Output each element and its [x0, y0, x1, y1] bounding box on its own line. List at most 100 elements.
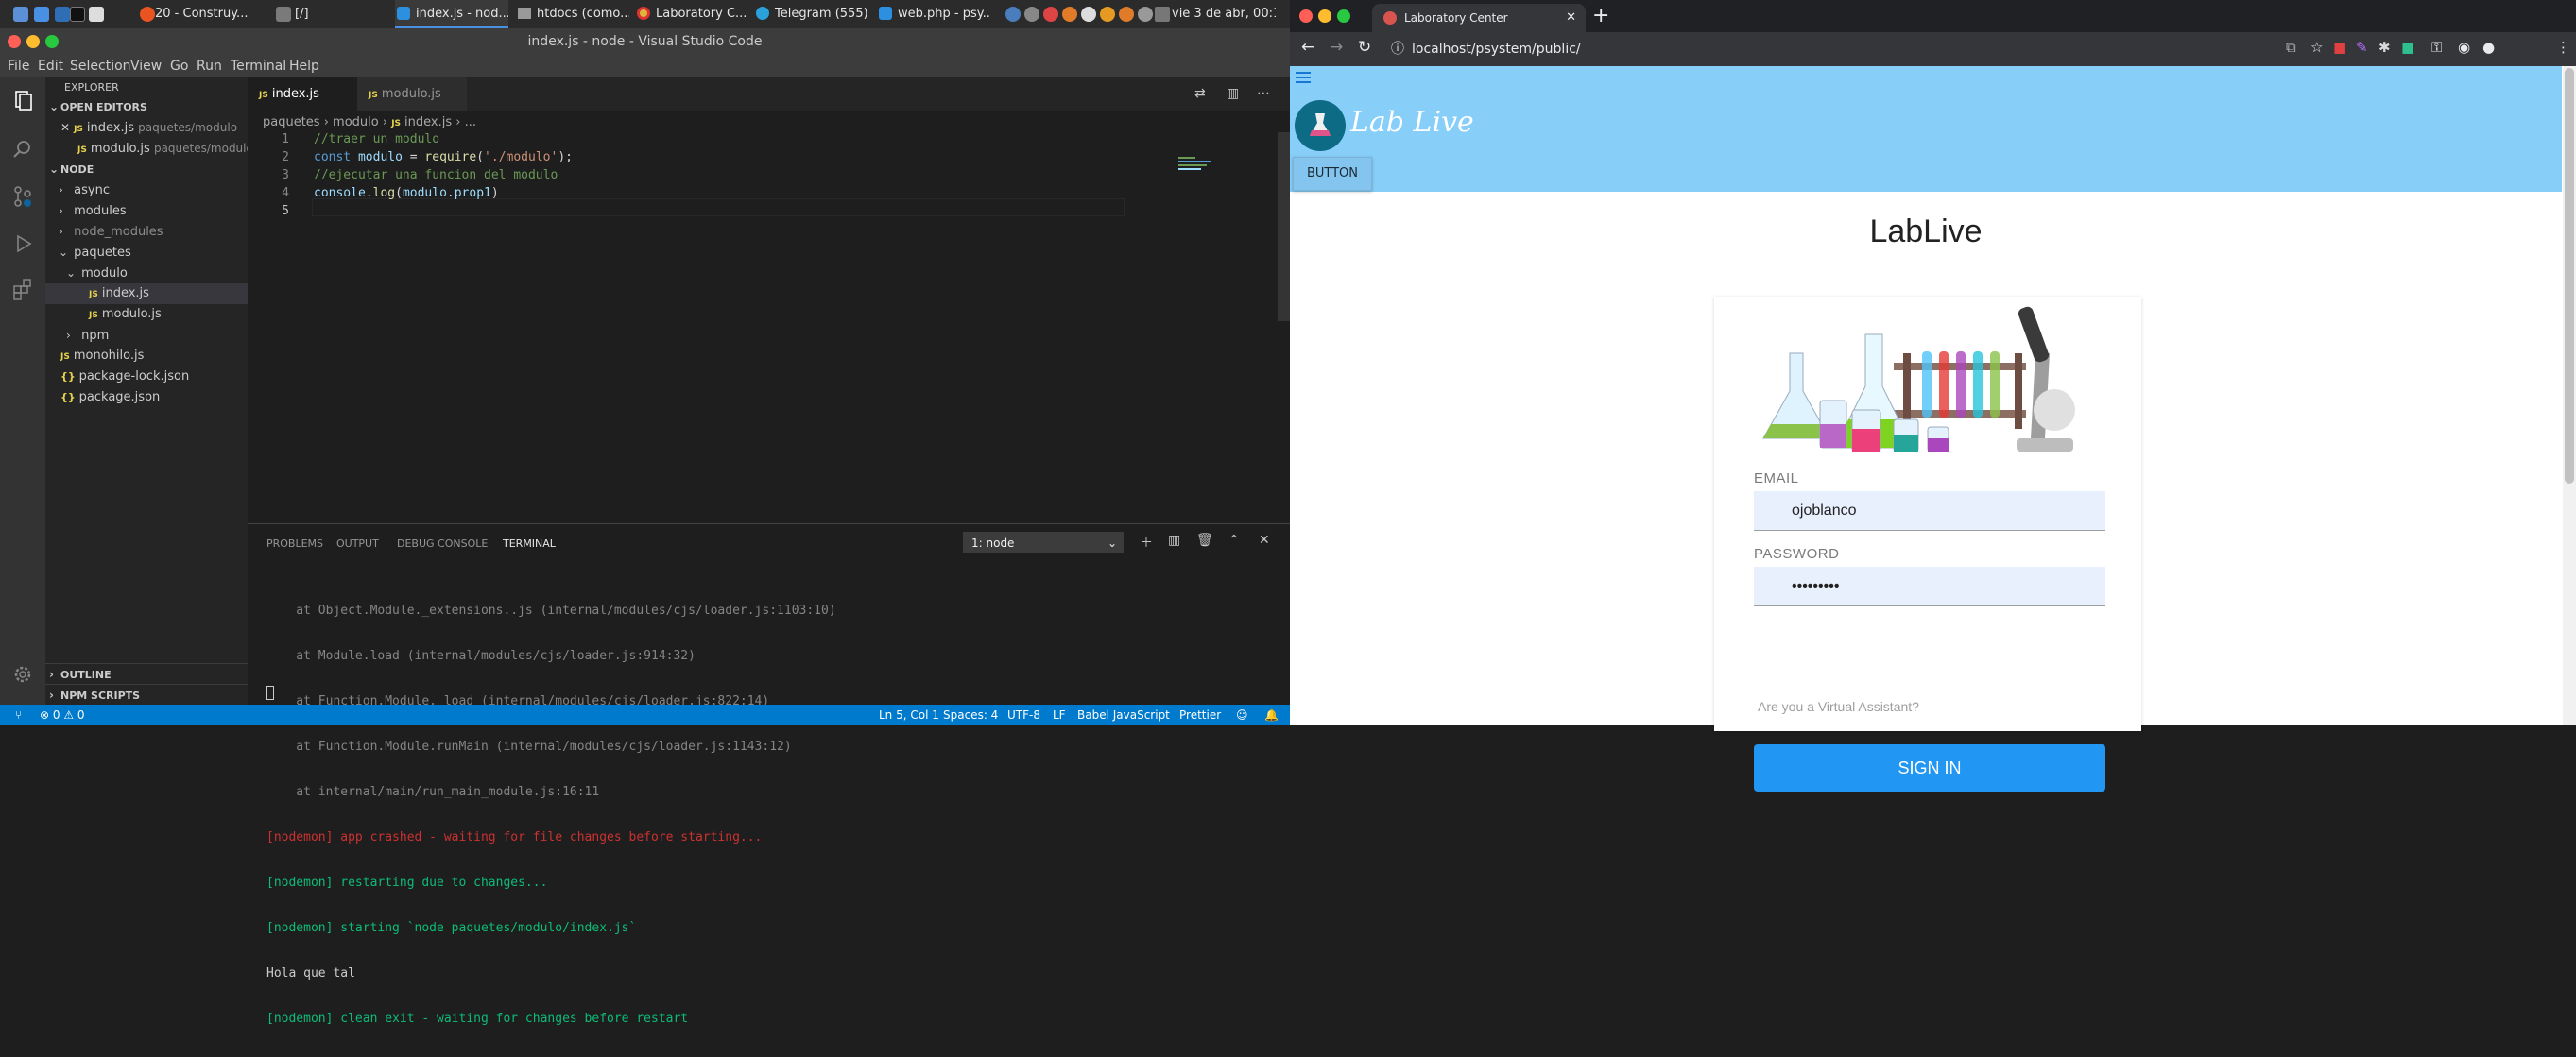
address-bar[interactable]: ⓘ localhost/psystem/public/	[1391, 37, 2430, 61]
tab-debug-console[interactable]: DEBUG CONSOLE	[397, 537, 488, 550]
breadcrumb-item[interactable]: modulo	[333, 115, 379, 129]
extension-icon[interactable]: ■	[2333, 39, 2346, 56]
sign-in-button[interactable]: SIGN IN	[1754, 744, 2105, 792]
clock[interactable]: vie 3 de abr, 00:13	[1172, 0, 1276, 28]
star-icon[interactable]: ☆	[2310, 39, 2323, 56]
open-editor-item[interactable]: JS modulo.js paquetes/modulo	[45, 138, 248, 159]
files-icon[interactable]	[9, 87, 36, 113]
volume-icon[interactable]	[1138, 7, 1153, 22]
taskbar-item[interactable]: Telegram (555)	[754, 0, 872, 28]
info-icon[interactable]: ⓘ	[1391, 42, 1404, 57]
close-icon[interactable]: ✕	[60, 121, 70, 134]
close-window-button[interactable]	[1299, 9, 1313, 23]
extension-icon[interactable]: ✎	[2356, 39, 2368, 56]
shield-icon[interactable]	[1005, 7, 1021, 22]
folder-section[interactable]: ⌄ NODE	[45, 159, 248, 179]
tab-modulo-js[interactable]: JS modulo.js	[357, 77, 467, 111]
menu-icon[interactable]: ⋮	[2556, 39, 2570, 56]
hamburger-menu-icon[interactable]	[1296, 72, 1311, 83]
code-line[interactable]: //ejecutar una funcion del modulo	[314, 168, 558, 182]
avatar[interactable]: ●	[2482, 39, 2495, 56]
browser-tab[interactable]: Laboratory Center ✕	[1372, 4, 1586, 32]
tree-item-index-js[interactable]: JS index.js	[45, 283, 248, 304]
header-button[interactable]: BUTTON	[1293, 157, 1372, 191]
tree-item-monohilo-js[interactable]: JS monohilo.js	[45, 346, 248, 367]
cursor-position[interactable]: Ln 5, Col 1	[879, 705, 939, 725]
npm-scripts-section[interactable]: › NPM SCRIPTS	[45, 684, 248, 705]
taskbar-item[interactable]: htdocs (como...	[516, 0, 629, 28]
menu-view[interactable]: View	[130, 55, 162, 77]
forward-icon[interactable]: →	[1330, 38, 1343, 57]
tree-item-modules[interactable]: › modules	[45, 200, 248, 221]
close-icon[interactable]: ✕	[1259, 533, 1270, 548]
chevron-up-icon[interactable]: ⌃	[1228, 533, 1240, 548]
tab-index-js[interactable]: JS index.js	[248, 77, 357, 111]
menu-selection[interactable]: Selection	[70, 55, 131, 77]
back-icon[interactable]: ←	[1301, 38, 1314, 57]
app-icon[interactable]	[55, 7, 70, 22]
virtual-assistant-link[interactable]: Are you a Virtual Assistant?	[1758, 699, 1919, 714]
code-line[interactable]: const modulo = require('./modulo');	[314, 150, 573, 164]
minimap[interactable]	[1178, 155, 1235, 174]
folder-icon[interactable]	[34, 7, 49, 22]
tree-item-package-json[interactable]: {} package.json	[45, 387, 248, 408]
feedback-icon[interactable]: ☺	[1236, 705, 1248, 725]
terminal-icon[interactable]	[70, 7, 85, 22]
open-editors-section[interactable]: ⌄ OPEN EDITORS	[45, 96, 248, 117]
line-ending[interactable]: LF	[1053, 705, 1066, 725]
maximize-window-button[interactable]	[1337, 9, 1350, 23]
gear-icon[interactable]	[9, 661, 36, 688]
source-control-icon[interactable]	[9, 183, 36, 210]
password-field[interactable]	[1754, 567, 2105, 606]
tree-item-paquetes[interactable]: ⌄ paquetes	[45, 242, 248, 263]
more-actions-icon[interactable]: ⋯	[1257, 86, 1270, 101]
menu-go[interactable]: Go	[170, 55, 188, 77]
taskbar-item[interactable]: web.php - psy...	[877, 0, 990, 28]
extension-icon[interactable]: ✱	[2379, 39, 2391, 56]
taskbar-item-vscode[interactable]: index.js - nod...	[395, 0, 508, 28]
search-icon[interactable]	[9, 136, 36, 162]
mail-icon[interactable]	[1155, 7, 1170, 22]
taskbar-item[interactable]: 20 - Construy...	[155, 0, 268, 28]
minimize-window-button[interactable]	[1318, 9, 1331, 23]
scrollbar-thumb[interactable]	[2565, 68, 2574, 484]
app-tray-icon[interactable]	[1062, 7, 1077, 22]
info-icon[interactable]	[1081, 7, 1096, 22]
open-editor-item[interactable]: ✕ JS index.js paquetes/modulo	[45, 117, 248, 138]
tree-item-modulo-js[interactable]: JS modulo.js	[45, 304, 248, 325]
tree-item-npm[interactable]: › npm	[45, 325, 248, 346]
menu-run[interactable]: Run	[197, 55, 222, 77]
extension-icon[interactable]: ◉	[2458, 39, 2470, 56]
code-line[interactable]: //traer un modulo	[314, 132, 439, 146]
taskbar-item[interactable]: [/]	[295, 0, 333, 28]
tab-output[interactable]: OUTPUT	[336, 537, 379, 550]
tab-problems[interactable]: PROBLEMS	[266, 537, 323, 550]
menu-help[interactable]: Help	[289, 55, 319, 77]
tree-item-modulo[interactable]: ⌄ modulo	[45, 263, 248, 283]
menu-terminal[interactable]: Terminal	[231, 55, 286, 77]
encoding[interactable]: UTF-8	[1007, 705, 1040, 725]
translate-icon[interactable]: ⧉	[2286, 39, 2296, 56]
extensions-icon[interactable]	[9, 276, 36, 302]
extension-icon[interactable]: ■	[2401, 39, 2414, 56]
breadcrumb-item[interactable]: ...	[465, 115, 476, 129]
prettier-status[interactable]: Prettier	[1179, 705, 1221, 725]
menu-file[interactable]: File	[8, 55, 29, 77]
run-debug-icon[interactable]	[9, 230, 36, 257]
indentation[interactable]: Spaces: 4	[943, 705, 998, 725]
new-tab-button[interactable]: +	[1592, 4, 1609, 28]
compare-icon[interactable]: ⇄	[1194, 86, 1206, 101]
app-tray-icon[interactable]	[1043, 7, 1058, 22]
brand-name[interactable]: Lab Live	[1350, 106, 1474, 139]
tree-item-package-lock-json[interactable]: {} package-lock.json	[45, 367, 248, 387]
add-terminal-icon[interactable]: ＋	[1140, 533, 1153, 552]
outline-section[interactable]: › OUTLINE	[45, 663, 248, 684]
app-tray-icon[interactable]	[1119, 7, 1134, 22]
split-terminal-icon[interactable]: ▥	[1168, 533, 1180, 548]
trash-icon[interactable]: 🗑	[1196, 533, 1213, 548]
page-scrollbar[interactable]	[2563, 66, 2576, 725]
menu-edit[interactable]: Edit	[38, 55, 63, 77]
breadcrumb-item[interactable]: index.js	[404, 115, 452, 129]
code-editor[interactable]: 1 //traer un modulo 2 const modulo = req…	[248, 132, 1290, 298]
key-icon[interactable]: ⚿	[2431, 39, 2442, 56]
